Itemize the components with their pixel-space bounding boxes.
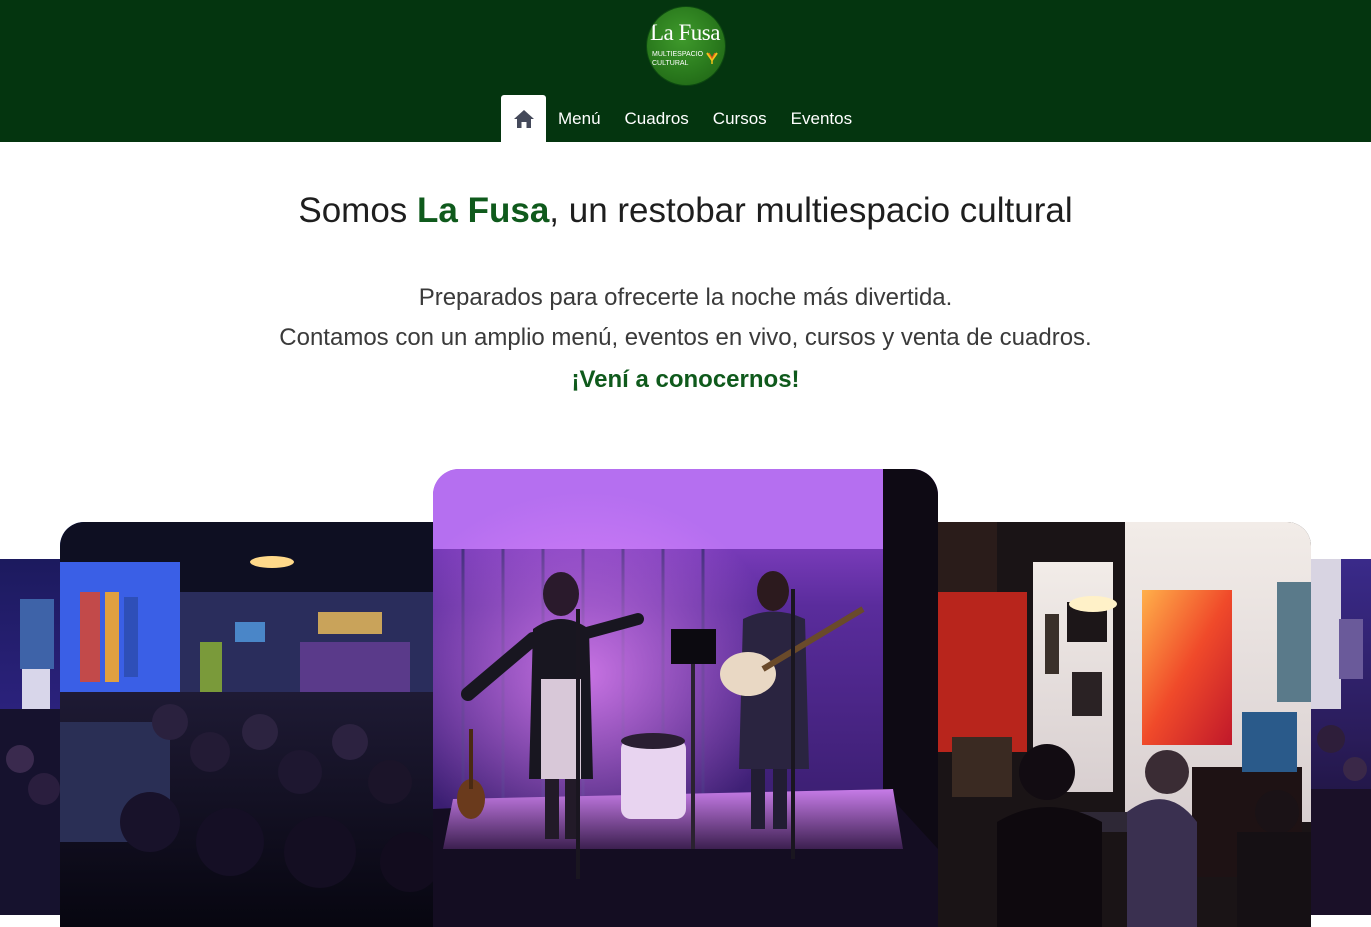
logo-subtitle-line2: CULTURAL [652, 60, 689, 67]
diners-photo[interactable] [1311, 559, 1371, 915]
page-title: Somos La Fusa, un restobar multiespacio … [0, 189, 1371, 233]
wine-glass-icon [706, 52, 718, 64]
nav-item-eventos[interactable]: Eventos [779, 95, 864, 142]
hero-description: Preparados para ofrecerte la noche más d… [0, 278, 1371, 358]
nav-item-cuadros[interactable]: Cuadros [613, 95, 701, 142]
logo-subtitle: MULTIESPACIO CULTURAL [652, 50, 704, 68]
hero-cta-text: ¡Vení a conocernos! [571, 366, 800, 393]
nav-item-cursos[interactable]: Cursos [701, 95, 779, 142]
home-icon [513, 109, 534, 128]
title-brand: La Fusa [417, 191, 550, 230]
bar-crowd-photo[interactable] [60, 522, 435, 927]
live-music-stage-photo[interactable] [433, 469, 938, 927]
hero-line-1: Preparados para ofrecerte la noche más d… [418, 284, 953, 311]
piano-gallery-photo[interactable] [937, 522, 1311, 927]
nav-home-button[interactable] [501, 95, 546, 142]
nav-item-menu[interactable]: Menú [546, 95, 613, 142]
logo-title: La Fusa [650, 20, 720, 45]
logo-subtitle-line1: MULTIESPACIO [652, 51, 704, 58]
title-prefix: Somos [298, 191, 418, 230]
main-nav: Menú Cuadros Cursos Eventos [501, 95, 864, 142]
bar-interior-photo[interactable] [0, 559, 60, 915]
la-fusa-logo[interactable]: La Fusa MULTIESPACIO CULTURAL [647, 7, 725, 85]
site-header: La Fusa MULTIESPACIO CULTURAL Menú Cuadr… [0, 0, 1371, 142]
title-suffix: , un restobar multiespacio cultural [549, 191, 1073, 230]
hero-line-2: Contamos con un amplio menú, eventos en … [279, 324, 1092, 351]
